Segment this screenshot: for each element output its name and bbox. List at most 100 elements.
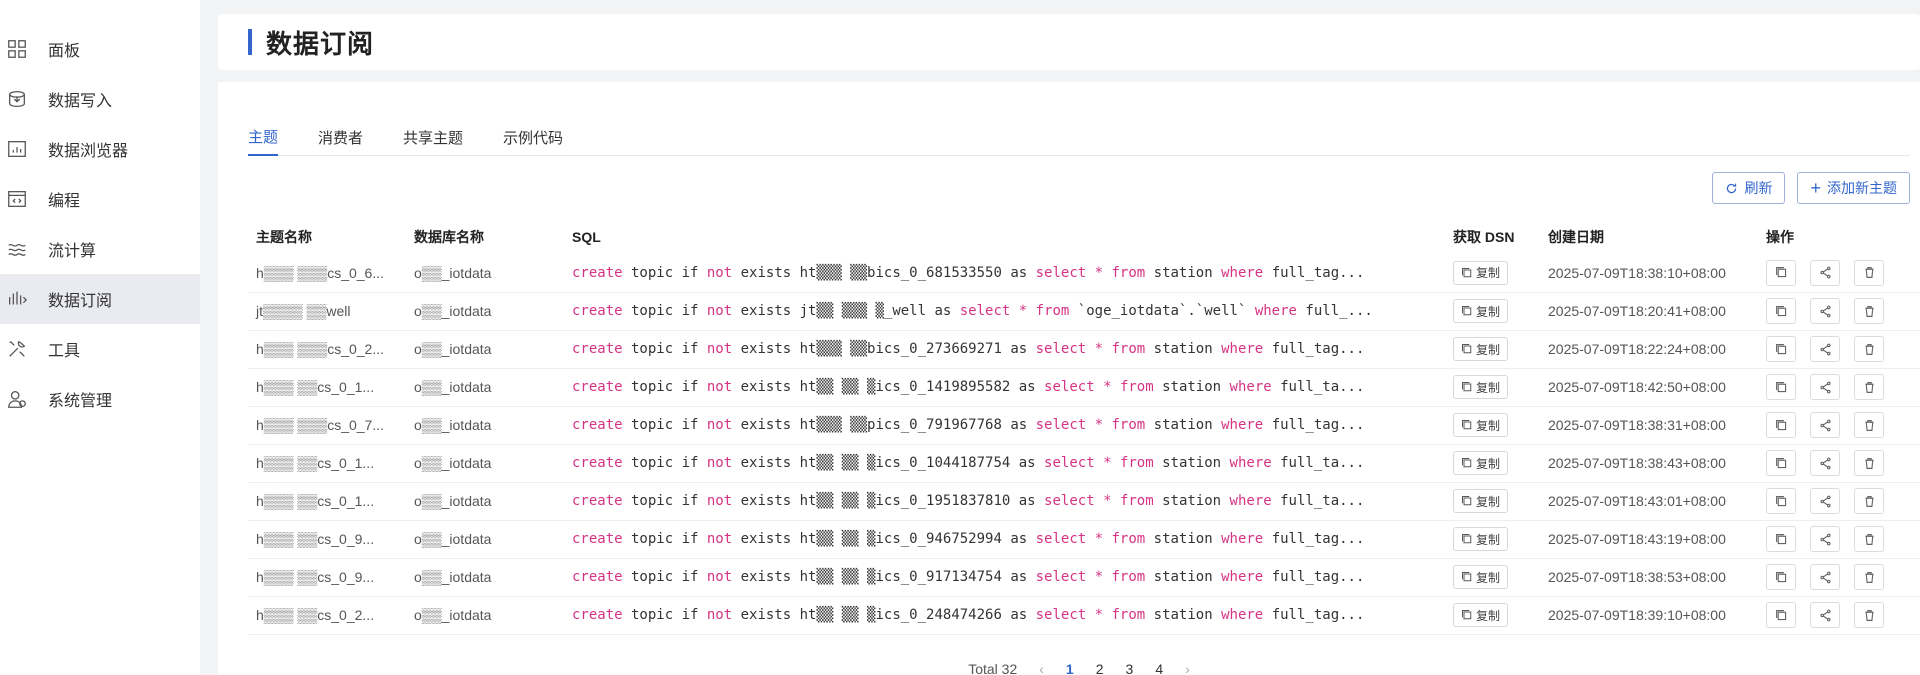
copy-dsn-button[interactable]: 复制 — [1453, 337, 1509, 361]
table-row[interactable]: h▒▒▒ ▒▒cs_0_9... o▒▒_iotdata create topi… — [248, 520, 1920, 559]
table-row[interactable]: h▒▒▒ ▒▒cs_0_9... o▒▒_iotdata create topi… — [248, 558, 1920, 597]
tab-0[interactable]: 主题 — [248, 122, 279, 156]
sidebar-item-tools[interactable]: 工具 — [0, 324, 200, 374]
share-button[interactable] — [1810, 602, 1840, 628]
share-button[interactable] — [1810, 298, 1840, 324]
share-button[interactable] — [1810, 374, 1840, 400]
title-card: 数据订阅 — [218, 14, 1920, 70]
share-button[interactable] — [1810, 564, 1840, 590]
delete-button[interactable] — [1854, 526, 1884, 552]
page-number-4[interactable]: 4 — [1155, 661, 1163, 675]
tab-1[interactable]: 消费者 — [318, 122, 363, 156]
copy-dsn-button[interactable]: 复制 — [1453, 565, 1509, 589]
share-button[interactable] — [1810, 526, 1840, 552]
tab-2[interactable]: 共享主题 — [403, 122, 463, 156]
copy-topic-button[interactable] — [1766, 336, 1796, 362]
copy-icon — [1775, 343, 1786, 354]
sidebar-item-data-browser[interactable]: 数据浏览器 — [0, 124, 200, 174]
copy-topic-button[interactable] — [1766, 259, 1796, 286]
share-button[interactable] — [1810, 488, 1840, 514]
trash-icon — [1864, 495, 1874, 507]
copy-icon — [1775, 609, 1786, 620]
trash-icon — [1864, 343, 1874, 355]
delete-button[interactable] — [1854, 374, 1884, 400]
next-page-icon[interactable]: › — [1185, 661, 1190, 675]
table-row[interactable]: h▒▒▒ ▒▒▒cs_0_2... o▒▒_iotdata create top… — [248, 330, 1920, 369]
data-write-icon — [4, 86, 30, 112]
tab-3[interactable]: 示例代码 — [503, 122, 563, 156]
sql-keyword: where — [1221, 341, 1264, 357]
share-button[interactable] — [1810, 336, 1840, 362]
copy-topic-button[interactable] — [1766, 526, 1796, 552]
add-topic-button[interactable]: + 添加新主题 — [1797, 172, 1910, 204]
delete-button[interactable] — [1854, 336, 1884, 362]
copy-dsn-button[interactable]: 复制 — [1453, 489, 1509, 513]
sidebar-item-dashboard[interactable]: 面板 — [0, 24, 200, 74]
sidebar-item-data-write[interactable]: 数据写入 — [0, 74, 200, 124]
copy-label: 复制 — [1476, 570, 1501, 585]
copy-topic-button[interactable] — [1766, 450, 1796, 476]
table-row[interactable]: h▒▒▒ ▒▒cs_0_1... o▒▒_iotdata create topi… — [248, 444, 1920, 483]
code-icon — [4, 186, 30, 212]
sidebar-item-user-admin[interactable]: 系统管理 — [0, 374, 200, 424]
page-number-2[interactable]: 2 — [1096, 661, 1104, 675]
prev-page-icon[interactable]: ‹ — [1039, 661, 1044, 675]
copy-dsn-button[interactable]: 复制 — [1453, 451, 1509, 475]
table-row[interactable]: h▒▒▒ ▒▒cs_0_1... o▒▒_iotdata create topi… — [248, 368, 1920, 407]
sql-keyword: where — [1221, 531, 1264, 547]
share-icon — [1819, 381, 1831, 393]
copy-label: 复制 — [1476, 342, 1501, 357]
page-numbers: 1 2 3 4 — [1066, 661, 1163, 675]
table-row[interactable]: h▒▒▒ ▒▒cs_0_1... o▒▒_iotdata create topi… — [248, 482, 1920, 521]
refresh-label: 刷新 — [1744, 180, 1773, 196]
copy-topic-button[interactable] — [1766, 488, 1796, 514]
sidebar-item-code[interactable]: 编程 — [0, 174, 200, 224]
share-icon — [1819, 533, 1831, 545]
share-button[interactable] — [1810, 412, 1840, 438]
sidebar: 面板 数据写入 数据浏览器 编程 流计算 数据订阅 工具系统管理 — [0, 0, 200, 675]
table-row[interactable]: h▒▒▒ ▒▒▒cs_0_6... o▒▒_iotdata create top… — [248, 254, 1920, 293]
page-number-1[interactable]: 1 — [1066, 661, 1074, 675]
delete-button[interactable] — [1854, 602, 1884, 628]
sidebar-item-stream[interactable]: 流计算 — [0, 224, 200, 274]
sql-keyword: where — [1229, 455, 1272, 471]
copy-topic-button[interactable] — [1766, 298, 1796, 324]
copy-icon — [1462, 306, 1472, 316]
copy-dsn-button[interactable]: 复制 — [1453, 413, 1509, 437]
sql-cell: create topic if not exists ht▒▒ ▒▒ ▒ics_… — [564, 596, 1445, 635]
share-button[interactable] — [1810, 259, 1840, 286]
page-number-3[interactable]: 3 — [1126, 661, 1134, 675]
share-icon — [1819, 495, 1831, 507]
copy-icon — [1775, 381, 1786, 392]
topic-name-cell: h▒▒▒ ▒▒cs_0_1... — [248, 444, 406, 483]
table-row[interactable]: jt▒▒▒▒ ▒▒well o▒▒_iotdata create topic i… — [248, 292, 1920, 331]
sidebar-item-label: 系统管理 — [48, 393, 113, 410]
copy-dsn-button[interactable]: 复制 — [1453, 375, 1509, 399]
delete-button[interactable] — [1854, 412, 1884, 438]
copy-dsn-button[interactable]: 复制 — [1453, 260, 1509, 285]
delete-button[interactable] — [1854, 298, 1884, 324]
copy-topic-button[interactable] — [1766, 602, 1796, 628]
delete-button[interactable] — [1854, 259, 1884, 286]
refresh-icon — [1727, 183, 1737, 193]
copy-topic-button[interactable] — [1766, 412, 1796, 438]
copy-topic-button[interactable] — [1766, 564, 1796, 590]
trash-icon — [1864, 533, 1874, 545]
topic-name-cell: h▒▒▒ ▒▒cs_0_2... — [248, 596, 406, 635]
copy-topic-button[interactable] — [1766, 374, 1796, 400]
copy-dsn-button[interactable]: 复制 — [1453, 603, 1509, 627]
page-title: 数据订阅 — [266, 28, 375, 59]
table-row[interactable]: h▒▒▒ ▒▒▒cs_0_7... o▒▒_iotdata create top… — [248, 406, 1920, 445]
copy-dsn-button[interactable]: 复制 — [1453, 527, 1509, 551]
ops-cell — [1758, 520, 1920, 559]
refresh-button[interactable]: 刷新 — [1712, 172, 1786, 204]
delete-button[interactable] — [1854, 488, 1884, 514]
table-row[interactable]: h▒▒▒ ▒▒cs_0_2... o▒▒_iotdata create topi… — [248, 596, 1920, 635]
share-button[interactable] — [1810, 450, 1840, 476]
copy-dsn-button[interactable]: 复制 — [1453, 299, 1509, 323]
sidebar-item-subscription[interactable]: 数据订阅 — [0, 274, 200, 324]
sql-cell: create topic if not exists ht▒▒▒ ▒▒bics_… — [564, 254, 1445, 293]
delete-button[interactable] — [1854, 564, 1884, 590]
copy-label: 复制 — [1476, 532, 1501, 547]
delete-button[interactable] — [1854, 450, 1884, 476]
